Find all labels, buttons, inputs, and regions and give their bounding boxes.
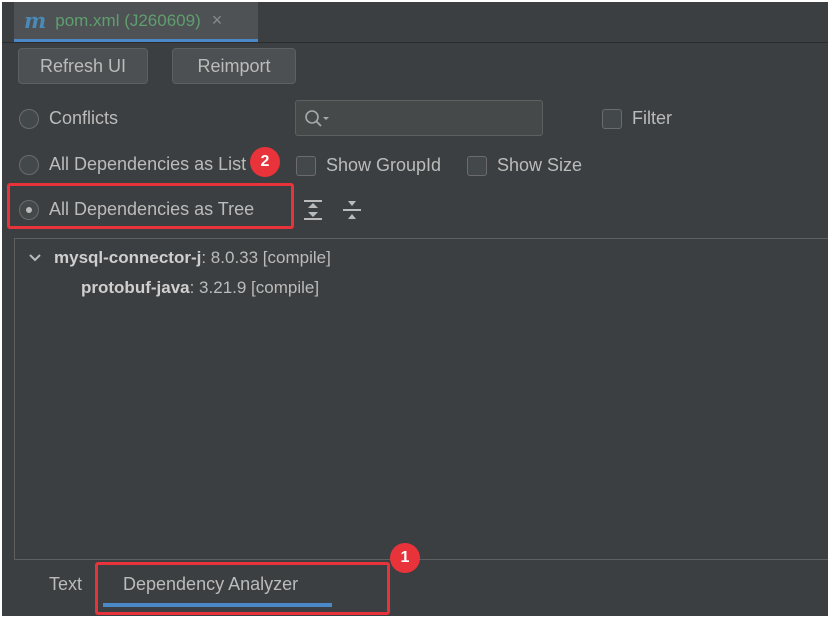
- artifact-name: protobuf-java: [81, 278, 190, 297]
- chevron-down-icon[interactable]: [28, 253, 42, 263]
- tree-node[interactable]: protobuf-java : 3.21.9 [compile]: [81, 278, 319, 298]
- conflicts-radio-option[interactable]: Conflicts: [19, 108, 118, 129]
- list-radio[interactable]: [19, 154, 39, 175]
- search-input[interactable]: [295, 100, 543, 136]
- editor-tab-bar: m pom.xml (J260609) ×: [2, 2, 828, 43]
- artifact-name: mysql-connector-j: [54, 248, 202, 267]
- show-groupid-option[interactable]: Show GroupId: [296, 155, 441, 176]
- filter-label: Filter: [632, 108, 672, 128]
- reimport-button[interactable]: Reimport: [172, 48, 296, 84]
- show-groupid-label: Show GroupId: [326, 155, 442, 175]
- tab-text[interactable]: Text: [49, 574, 82, 595]
- dependency-analyzer-window: m pom.xml (J260609) × Refresh UI Reimpor…: [2, 2, 828, 616]
- expand-all-icon[interactable]: [302, 199, 324, 221]
- show-groupid-checkbox[interactable]: [296, 155, 316, 176]
- collapse-all-icon[interactable]: [341, 199, 363, 221]
- refresh-ui-button[interactable]: Refresh UI: [18, 48, 148, 84]
- show-size-option[interactable]: Show Size: [467, 155, 582, 176]
- show-size-checkbox[interactable]: [467, 155, 487, 176]
- show-size-label: Show Size: [497, 155, 583, 175]
- conflicts-radio[interactable]: [19, 108, 39, 129]
- artifact-version-scope: : 3.21.9 [compile]: [189, 278, 320, 297]
- list-label: All Dependencies as List: [49, 154, 247, 174]
- artifact-version-scope: : 8.0.33 [compile]: [201, 248, 331, 267]
- filter-option[interactable]: Filter: [602, 108, 672, 129]
- dependency-tree: mysql-connector-j : 8.0.33 [compile] pro…: [14, 238, 828, 560]
- conflicts-label: Conflicts: [49, 108, 119, 128]
- search-icon: [305, 110, 329, 127]
- annotation-badge-1: 1: [390, 543, 420, 573]
- maven-m-icon: m: [24, 8, 47, 33]
- tree-node[interactable]: mysql-connector-j : 8.0.33 [compile]: [28, 248, 331, 268]
- editor-tab-pom[interactable]: m pom.xml (J260609) ×: [14, 2, 258, 42]
- close-icon[interactable]: ×: [212, 10, 223, 31]
- editor-tab-title: pom.xml (J260609): [55, 10, 201, 30]
- annotation-highlight-tree: [7, 183, 294, 229]
- filter-checkbox[interactable]: [602, 108, 622, 129]
- annotation-badge-2: 2: [250, 147, 280, 177]
- annotation-highlight-analyzer: [95, 562, 390, 615]
- list-radio-option[interactable]: All Dependencies as List: [19, 154, 279, 175]
